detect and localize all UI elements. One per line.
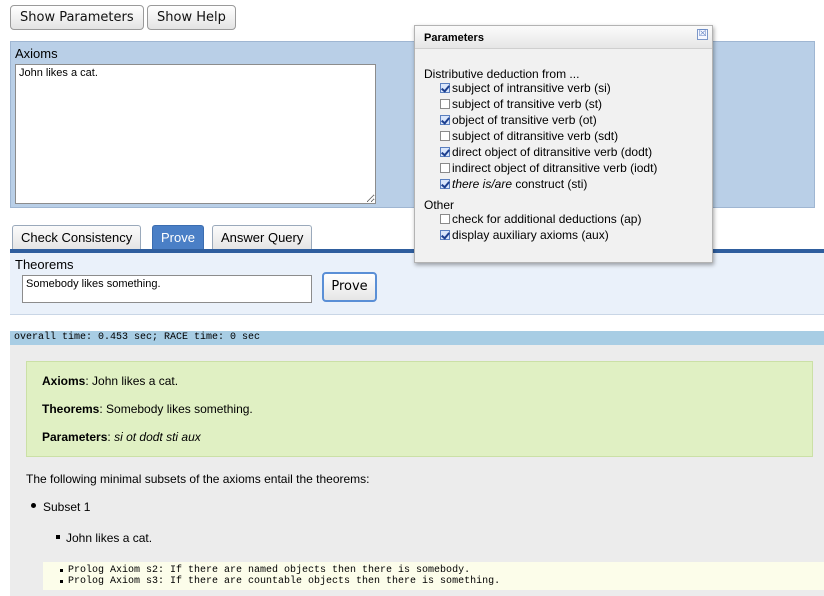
summary-parameters-label: Parameters bbox=[42, 430, 108, 444]
option-label: display auxiliary axioms (aux) bbox=[452, 228, 609, 242]
summary-box: Axioms: John likes a cat. Theorems: Some… bbox=[26, 361, 813, 457]
axioms-textarea[interactable]: John likes a cat. bbox=[15, 64, 376, 204]
option-label: object of transitive verb (ot) bbox=[452, 113, 597, 127]
show-help-button[interactable]: Show Help bbox=[147, 5, 236, 30]
summary-theorems-value: : Somebody likes something. bbox=[99, 402, 253, 416]
option-label: subject of ditransitive verb (sdt) bbox=[452, 129, 619, 143]
option-iodt[interactable]: indirect object of ditransitive verb (io… bbox=[440, 161, 657, 176]
popup-title: Parameters bbox=[424, 32, 484, 44]
prolog-box: Prolog Axiom s2: If there are named obje… bbox=[43, 562, 824, 590]
checkbox-ap[interactable] bbox=[440, 214, 450, 224]
parameters-popup: Parameters ☒ Distributive deduction from… bbox=[414, 25, 713, 263]
prolog-line: Prolog Axiom s2: If there are named obje… bbox=[60, 565, 824, 576]
option-label: indirect object of ditransitive verb (io… bbox=[452, 161, 658, 175]
subset-bullet bbox=[31, 503, 36, 508]
checkbox-ot[interactable] bbox=[440, 115, 450, 125]
summary-parameters: Parameters: si ot dodt sti aux bbox=[42, 430, 201, 444]
subset-item: John likes a cat. bbox=[66, 531, 153, 545]
summary-theorems: Theorems: Somebody likes something. bbox=[42, 402, 253, 416]
axioms-label: Axioms bbox=[15, 46, 58, 61]
option-sdt[interactable]: subject of ditransitive verb (sdt) bbox=[440, 129, 618, 144]
checkbox-sdt[interactable] bbox=[440, 131, 450, 141]
option-label: subject of intransitive verb (si) bbox=[452, 81, 611, 95]
checkbox-dodt[interactable] bbox=[440, 147, 450, 157]
option-ot[interactable]: object of transitive verb (ot) bbox=[440, 113, 597, 128]
option-st[interactable]: subject of transitive verb (st) bbox=[440, 97, 602, 112]
summary-parameters-value: si ot dodt sti aux bbox=[114, 430, 201, 444]
option-label-em: there is/are bbox=[452, 177, 513, 191]
summary-axioms-label: Axioms bbox=[42, 374, 86, 388]
tab-prove[interactable]: Prove bbox=[152, 225, 204, 250]
section-other: Other bbox=[424, 198, 455, 212]
subset-label: Subset 1 bbox=[43, 500, 91, 514]
option-sti[interactable]: there is/are construct (sti) bbox=[440, 177, 587, 192]
summary-axioms-value: : John likes a cat. bbox=[85, 374, 179, 388]
tab-check-consistency[interactable]: Check Consistency bbox=[12, 225, 142, 250]
option-si[interactable]: subject of intransitive verb (si) bbox=[440, 81, 611, 96]
results-intro: The following minimal subsets of the axi… bbox=[26, 472, 370, 486]
timing-bar: overall time: 0.453 sec; RACE time: 0 se… bbox=[10, 331, 824, 345]
summary-axioms: Axioms: John likes a cat. bbox=[42, 374, 178, 388]
checkbox-iodt[interactable] bbox=[440, 163, 450, 173]
option-label: check for additional deductions (ap) bbox=[452, 212, 642, 226]
option-label: construct (sti) bbox=[512, 177, 588, 191]
option-dodt[interactable]: direct object of ditransitive verb (dodt… bbox=[440, 145, 652, 160]
tab-answer-query[interactable]: Answer Query bbox=[212, 225, 313, 250]
checkbox-sti[interactable] bbox=[440, 179, 450, 189]
option-ap[interactable]: check for additional deductions (ap) bbox=[440, 212, 641, 227]
checkbox-aux[interactable] bbox=[440, 230, 450, 240]
subset-item-bullet bbox=[56, 535, 60, 539]
results-area: Axioms: John likes a cat. Theorems: Some… bbox=[10, 345, 824, 596]
prolog-line: Prolog Axiom s3: If there are countable … bbox=[60, 576, 824, 587]
show-parameters-button[interactable]: Show Parameters bbox=[10, 5, 144, 30]
checkbox-st[interactable] bbox=[440, 99, 450, 109]
close-icon[interactable]: ☒ bbox=[697, 29, 708, 40]
option-label: subject of transitive verb (st) bbox=[452, 97, 603, 111]
option-aux[interactable]: display auxiliary axioms (aux) bbox=[440, 228, 609, 243]
prove-button[interactable]: Prove bbox=[322, 272, 377, 302]
popup-header: Parameters ☒ bbox=[415, 26, 712, 49]
theorems-textarea[interactable]: Somebody likes something. bbox=[22, 275, 312, 303]
checkbox-si[interactable] bbox=[440, 83, 450, 93]
section-distributive: Distributive deduction from ... bbox=[424, 67, 580, 81]
summary-theorems-label: Theorems bbox=[42, 402, 100, 416]
theorems-label: Theorems bbox=[15, 257, 74, 272]
option-label: direct object of ditransitive verb (dodt… bbox=[452, 145, 653, 159]
